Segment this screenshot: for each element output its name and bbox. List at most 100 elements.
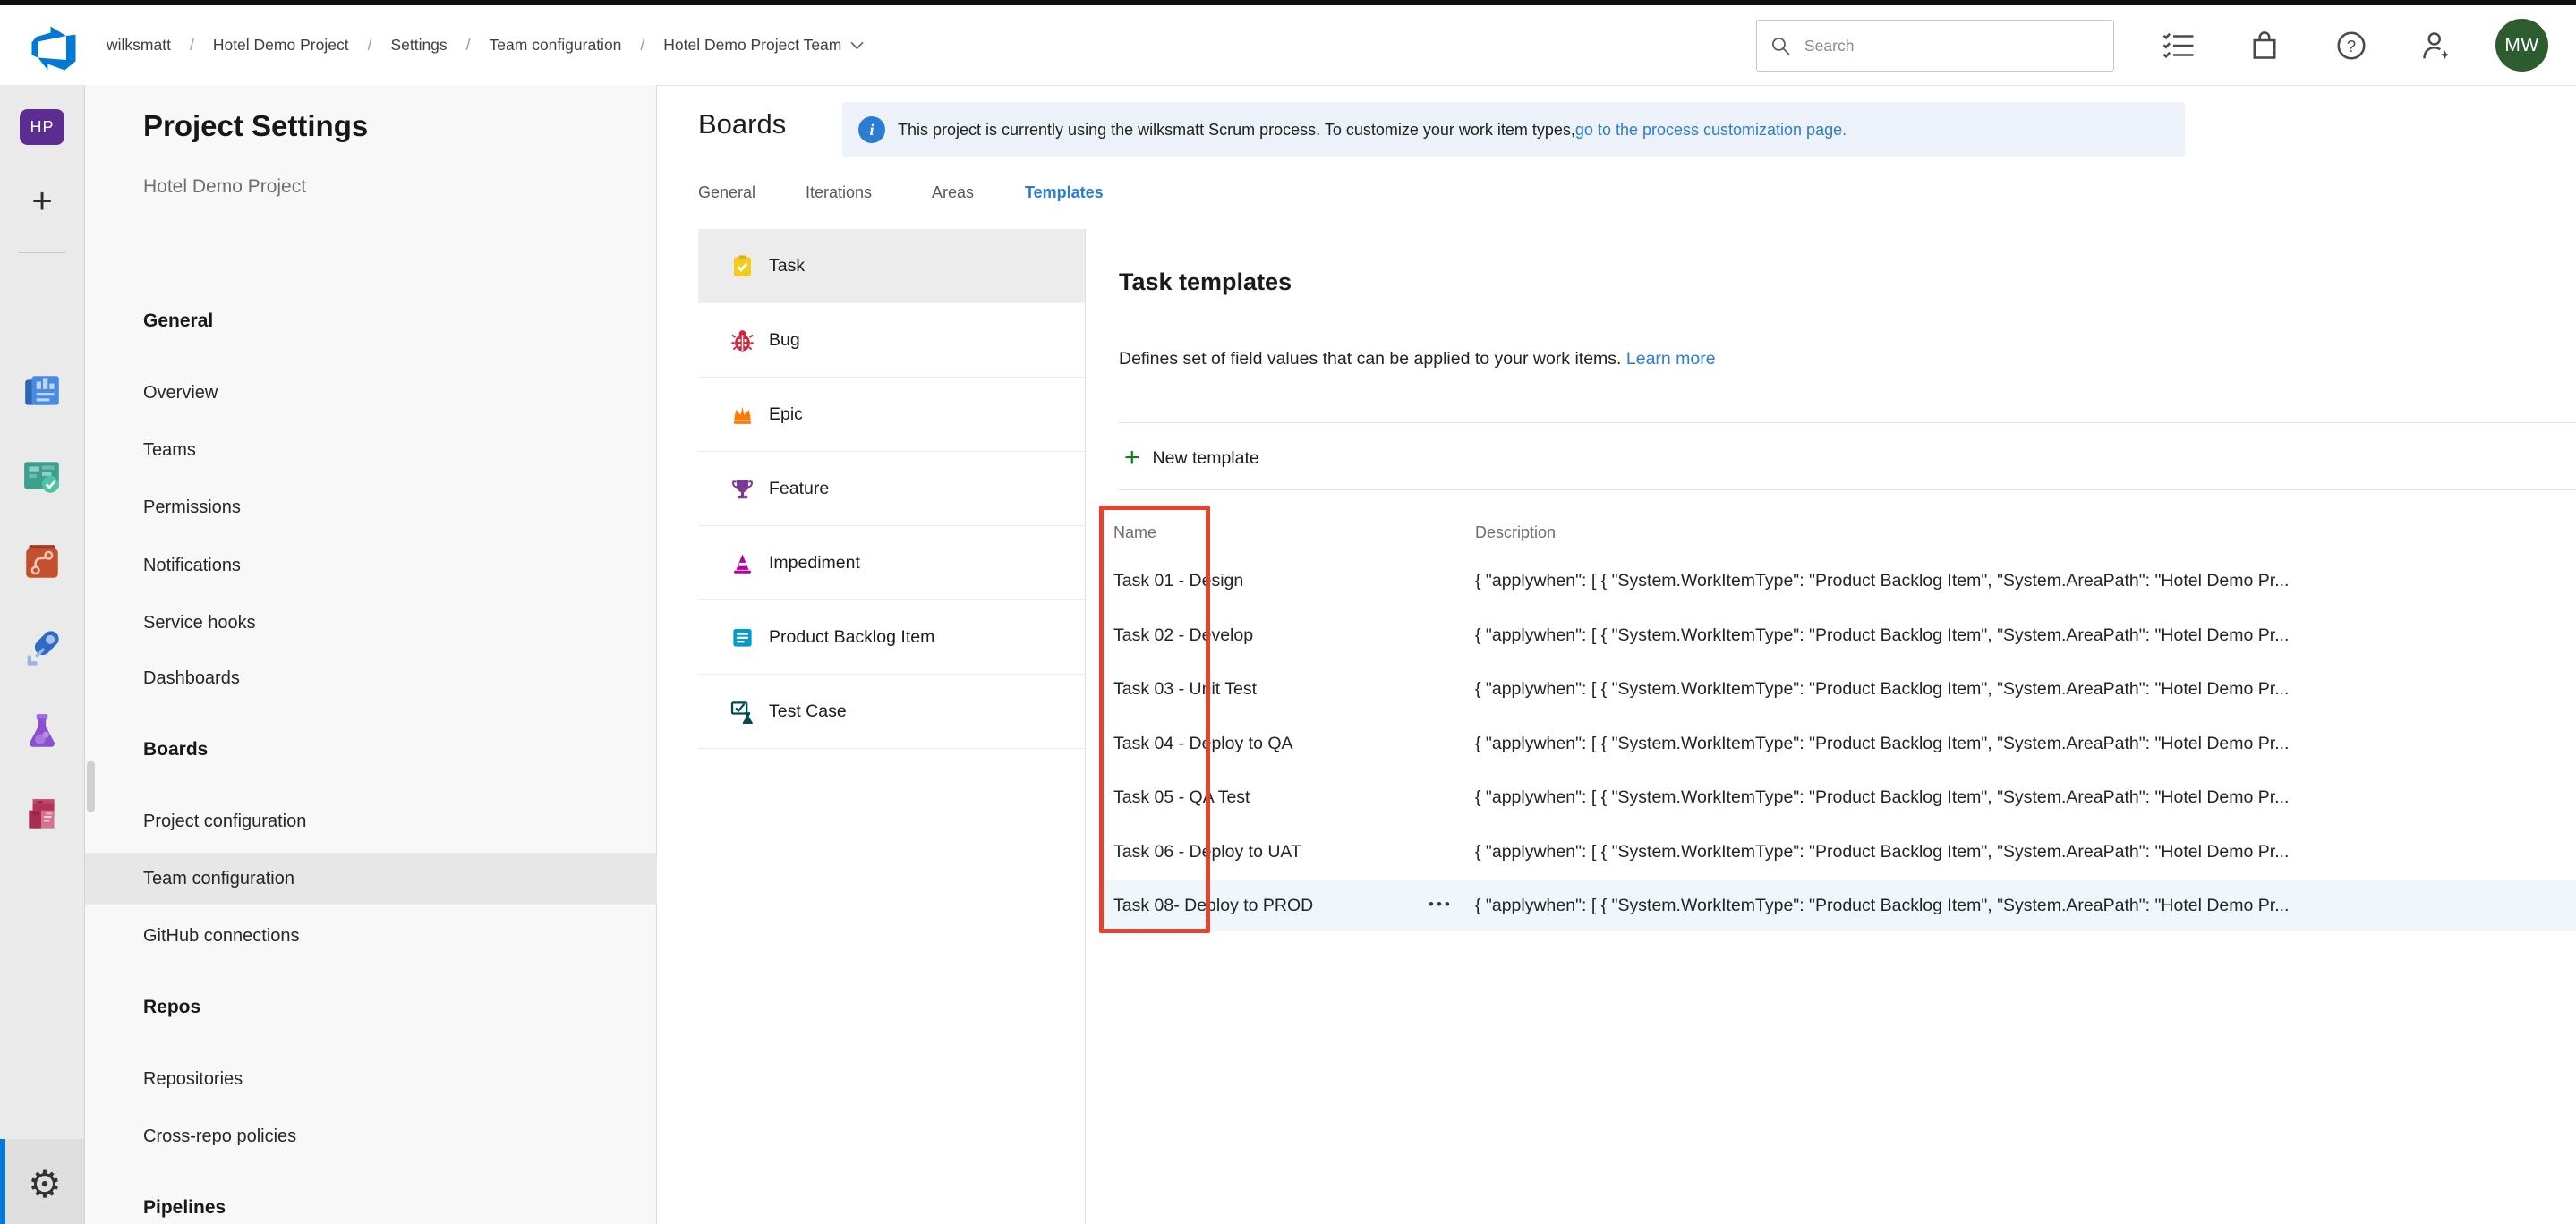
product-backlog-item-icon <box>730 625 755 650</box>
marketplace-bag-icon[interactable] <box>2248 30 2281 62</box>
row-context-menu-icon[interactable]: ••• <box>1429 896 1453 914</box>
section-pipelines: Pipelines <box>143 1197 226 1219</box>
product-rail: HP + <box>0 85 85 1224</box>
sidebar-item-github-connections[interactable]: GitHub connections <box>85 910 657 962</box>
process-customization-link[interactable]: go to the process customization page. <box>1575 121 1847 140</box>
test-case-icon <box>730 700 755 724</box>
project-avatar-badge[interactable]: HP <box>20 109 64 145</box>
work-item-type-task[interactable]: Task <box>698 229 1085 303</box>
sidebar-scrollbar-thumb[interactable] <box>87 761 95 812</box>
chevron-down-icon[interactable] <box>850 36 864 55</box>
work-item-type-impediment[interactable]: Impediment <box>698 526 1085 600</box>
repos-nav-icon[interactable] <box>0 541 84 582</box>
tab-general[interactable]: General <box>698 183 755 202</box>
tab-iterations[interactable]: Iterations <box>806 183 872 202</box>
plus-icon: + <box>1124 445 1140 472</box>
breadcrumb-separator: / <box>368 36 372 55</box>
sidebar-item-repositories[interactable]: Repositories <box>85 1053 657 1105</box>
settings-sidebar: Project Settings Hotel Demo Project Gene… <box>85 85 657 1224</box>
user-settings-icon[interactable] <box>2420 30 2452 62</box>
sidebar-item-permissions[interactable]: Permissions <box>85 481 657 533</box>
gear-icon: ⚙ <box>28 1162 62 1206</box>
divider <box>1119 422 2576 423</box>
template-row-description: { "applywhen": [ { "System.WorkItemType"… <box>1475 787 2569 808</box>
template-row-name[interactable]: Task 04 - Deploy to QA <box>1113 734 1293 754</box>
section-repos: Repos <box>143 997 200 1018</box>
sidebar-item-service-hooks[interactable]: Service hooks <box>85 597 657 649</box>
rail-divider <box>18 252 66 253</box>
sidebar-project-name: Hotel Demo Project <box>143 176 306 198</box>
info-icon: i <box>858 116 885 143</box>
tab-templates[interactable]: Templates <box>1025 183 1104 202</box>
column-header-name[interactable]: Name <box>1113 523 1156 542</box>
breadcrumb-project[interactable]: Hotel Demo Project <box>213 36 349 55</box>
templates-description: Defines set of field values that can be … <box>1119 349 1716 370</box>
search-box[interactable] <box>1756 20 2114 72</box>
search-input[interactable] <box>1803 36 2102 56</box>
top-bar: wilksmatt / Hotel Demo Project / Setting… <box>0 5 2576 86</box>
sidebar-title: Project Settings <box>143 109 368 143</box>
work-item-type-test-case[interactable]: Test Case <box>698 675 1085 749</box>
work-item-type-list: Task Bug <box>698 229 1085 749</box>
work-item-type-epic[interactable]: Epic <box>698 378 1085 452</box>
work-item-type-product-backlog-item[interactable]: Product Backlog Item <box>698 600 1085 675</box>
template-row-name[interactable]: Task 08- Deploy to PROD <box>1113 896 1313 916</box>
test-plans-nav-icon[interactable] <box>0 711 84 752</box>
column-header-description[interactable]: Description <box>1475 523 1556 542</box>
breadcrumb-org[interactable]: wilksmatt <box>107 36 171 55</box>
breadcrumb: wilksmatt / Hotel Demo Project / Setting… <box>107 5 864 85</box>
templates-title: Task templates <box>1119 268 1292 296</box>
section-general: General <box>143 310 213 332</box>
overview-nav-icon[interactable] <box>0 371 84 412</box>
section-boards: Boards <box>143 739 208 761</box>
breadcrumb-team-picker[interactable]: Hotel Demo Project Team <box>663 36 841 55</box>
template-row-name[interactable]: Task 05 - QA Test <box>1113 787 1250 808</box>
pipelines-nav-icon[interactable] <box>0 626 84 669</box>
template-row-description: { "applywhen": [ { "System.WorkItemType"… <box>1475 625 2569 646</box>
artifacts-nav-icon[interactable] <box>0 795 84 836</box>
template-row-description: { "applywhen": [ { "System.WorkItemType"… <box>1475 734 2569 754</box>
sidebar-item-cross-repo-policies[interactable]: Cross-repo policies <box>85 1110 657 1162</box>
azure-devops-project-settings: wilksmatt / Hotel Demo Project / Setting… <box>0 0 2576 1224</box>
project-settings-nav[interactable]: ⚙ <box>0 1139 84 1224</box>
work-item-type-bug[interactable]: Bug <box>698 303 1085 378</box>
annotation-red-box <box>1099 506 1210 933</box>
work-items-list-icon[interactable] <box>2162 30 2195 62</box>
work-item-type-feature[interactable]: Feature <box>698 452 1085 526</box>
panel-divider <box>1085 229 1086 1224</box>
impediment-cone-icon <box>730 551 755 575</box>
learn-more-link[interactable]: Learn more <box>1626 349 1716 369</box>
sidebar-item-overview[interactable]: Overview <box>85 367 657 419</box>
template-row-name[interactable]: Task 06 - Deploy to UAT <box>1113 842 1301 863</box>
new-template-button[interactable]: + New template <box>1124 440 1259 476</box>
sidebar-item-notifications[interactable]: Notifications <box>85 540 657 591</box>
page-title: Boards <box>698 108 786 140</box>
feature-trophy-icon <box>730 477 755 501</box>
azure-devops-logo[interactable] <box>29 23 79 73</box>
sidebar-item-project-configuration[interactable]: Project configuration <box>85 795 657 847</box>
banner-text: This project is currently using the wilk… <box>898 121 1575 140</box>
avatar[interactable]: MW <box>2495 19 2548 72</box>
template-row-name[interactable]: Task 02 - Develop <box>1113 625 1253 646</box>
epic-crown-icon <box>730 403 755 427</box>
template-row-description: { "applywhen": [ { "System.WorkItemType"… <box>1475 842 2569 863</box>
boards-nav-icon[interactable] <box>0 456 84 497</box>
add-project-icon[interactable]: + <box>0 183 84 219</box>
task-icon <box>730 254 755 278</box>
breadcrumb-separator: / <box>466 36 471 55</box>
template-row-name[interactable]: Task 01 - Design <box>1113 571 1243 591</box>
tab-areas[interactable]: Areas <box>932 183 974 202</box>
sidebar-item-teams[interactable]: Teams <box>85 424 657 476</box>
breadcrumb-settings[interactable]: Settings <box>390 36 447 55</box>
divider <box>1119 489 2576 490</box>
breadcrumb-separator: / <box>190 36 194 55</box>
process-info-banner: i This project is currently using the wi… <box>842 102 2185 157</box>
sidebar-item-dashboards[interactable]: Dashboards <box>85 652 657 704</box>
svg-text:?: ? <box>2347 37 2356 55</box>
template-row-name[interactable]: Task 03 - Unit Test <box>1113 679 1257 700</box>
sidebar-item-team-configuration[interactable]: Team configuration <box>85 853 657 905</box>
breadcrumb-team-configuration[interactable]: Team configuration <box>490 36 622 55</box>
help-icon[interactable]: ? <box>2335 30 2367 62</box>
search-icon <box>1770 35 1792 57</box>
template-row-description: { "applywhen": [ { "System.WorkItemType"… <box>1475 571 2569 591</box>
